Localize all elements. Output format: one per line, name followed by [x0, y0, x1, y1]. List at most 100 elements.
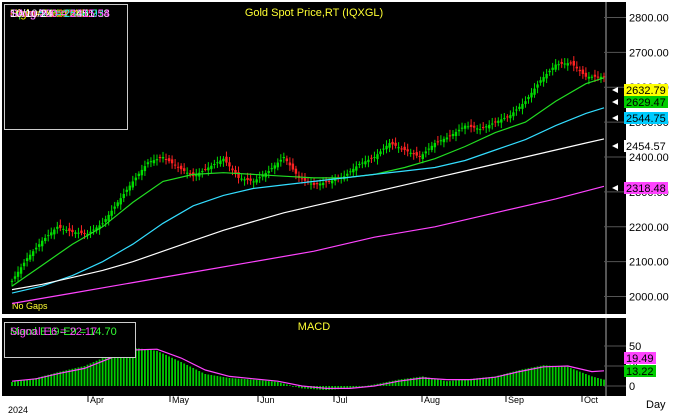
candle-body[interactable]	[406, 149, 409, 152]
candle-body[interactable]	[101, 223, 104, 225]
candle-body[interactable]	[179, 165, 183, 170]
candle-body[interactable]	[575, 66, 579, 69]
candle-body[interactable]	[34, 247, 38, 250]
candle-body[interactable]	[164, 158, 168, 160]
candle-body[interactable]	[116, 202, 119, 207]
candle-body[interactable]	[512, 112, 515, 117]
candle-body[interactable]	[285, 158, 289, 162]
candle-body[interactable]	[246, 178, 249, 181]
candle-body[interactable]	[270, 168, 273, 170]
candle-body[interactable]	[448, 135, 452, 137]
candle-body[interactable]	[358, 163, 361, 166]
candle-body[interactable]	[56, 226, 59, 229]
candle-body[interactable]	[578, 69, 582, 72]
candle-body[interactable]	[427, 148, 431, 150]
candle-body[interactable]	[128, 185, 131, 191]
candle-body[interactable]	[41, 240, 44, 247]
candle-body[interactable]	[134, 177, 138, 181]
candle-body[interactable]	[409, 152, 412, 154]
candle-body[interactable]	[59, 224, 62, 228]
candle-body[interactable]	[397, 147, 400, 149]
candle-body[interactable]	[557, 64, 560, 66]
candle-body[interactable]	[593, 74, 597, 77]
candle-body[interactable]	[288, 162, 292, 166]
candle-body[interactable]	[475, 128, 479, 130]
candle-body[interactable]	[28, 254, 32, 260]
candle-body[interactable]	[31, 251, 35, 256]
candle-body[interactable]	[412, 153, 415, 155]
candle-body[interactable]	[572, 60, 575, 66]
candle-body[interactable]	[515, 109, 518, 111]
candle-body[interactable]	[324, 181, 328, 183]
candle-body[interactable]	[113, 206, 116, 209]
candle-body[interactable]	[173, 164, 177, 166]
candle-body[interactable]	[222, 158, 225, 162]
candle-body[interactable]	[472, 125, 476, 128]
candle-body[interactable]	[466, 126, 470, 128]
candle-body[interactable]	[373, 157, 376, 158]
candle-body[interactable]	[590, 76, 594, 78]
candle-body[interactable]	[596, 76, 600, 78]
candle-body[interactable]	[77, 232, 80, 234]
candle-body[interactable]	[258, 177, 261, 179]
candle-body[interactable]	[436, 141, 440, 143]
candle-body[interactable]	[391, 141, 394, 145]
candle-body[interactable]	[394, 142, 397, 146]
candle-body[interactable]	[430, 145, 434, 150]
candle-body[interactable]	[16, 271, 20, 277]
candle-body[interactable]	[125, 189, 128, 192]
candle-body[interactable]	[37, 244, 41, 247]
candle-body[interactable]	[74, 232, 77, 234]
candle-body[interactable]	[554, 64, 557, 70]
candle-body[interactable]	[415, 152, 418, 156]
candle-body[interactable]	[400, 148, 403, 150]
candle-body[interactable]	[207, 167, 210, 171]
candle-body[interactable]	[47, 235, 50, 237]
candle-body[interactable]	[352, 168, 355, 173]
candle-body[interactable]	[80, 230, 83, 234]
candle-body[interactable]	[131, 181, 135, 188]
candle-body[interactable]	[355, 166, 358, 171]
candle-body[interactable]	[569, 62, 572, 64]
candle-body[interactable]	[267, 170, 270, 174]
candle-body[interactable]	[71, 229, 74, 233]
candle-body[interactable]	[312, 182, 316, 185]
candle-body[interactable]	[219, 160, 222, 165]
candle-body[interactable]	[201, 170, 204, 173]
candle-body[interactable]	[65, 229, 68, 231]
candle-body[interactable]	[167, 158, 171, 162]
candle-body[interactable]	[346, 173, 349, 176]
candle-body[interactable]	[379, 151, 382, 155]
candle-body[interactable]	[249, 178, 252, 181]
candle-body[interactable]	[433, 143, 437, 148]
candle-body[interactable]	[231, 168, 234, 171]
candle-body[interactable]	[53, 229, 56, 235]
candle-body[interactable]	[13, 276, 17, 279]
candle-body[interactable]	[584, 72, 588, 77]
candle-body[interactable]	[137, 173, 141, 177]
candle-body[interactable]	[158, 157, 162, 159]
candle-body[interactable]	[122, 193, 125, 199]
candle-body[interactable]	[509, 115, 512, 119]
candle-body[interactable]	[349, 171, 352, 173]
candle-body[interactable]	[469, 124, 473, 127]
candle-body[interactable]	[418, 155, 421, 157]
candle-body[interactable]	[104, 219, 107, 222]
candle-body[interactable]	[481, 127, 485, 129]
candle-body[interactable]	[488, 124, 491, 129]
candle-body[interactable]	[478, 129, 482, 131]
candle-body[interactable]	[291, 163, 295, 170]
candle-body[interactable]	[454, 131, 458, 137]
candle-body[interactable]	[189, 173, 192, 175]
candle-body[interactable]	[176, 166, 180, 168]
candle-body[interactable]	[294, 168, 298, 174]
candle-body[interactable]	[50, 232, 53, 236]
candle-body[interactable]	[300, 178, 304, 180]
candle-body[interactable]	[228, 162, 231, 167]
candle-body[interactable]	[536, 84, 539, 88]
candle-body[interactable]	[315, 183, 319, 185]
candle-body[interactable]	[460, 127, 464, 129]
candle-body[interactable]	[521, 103, 524, 109]
candle-body[interactable]	[388, 143, 391, 148]
candle-body[interactable]	[210, 165, 213, 170]
